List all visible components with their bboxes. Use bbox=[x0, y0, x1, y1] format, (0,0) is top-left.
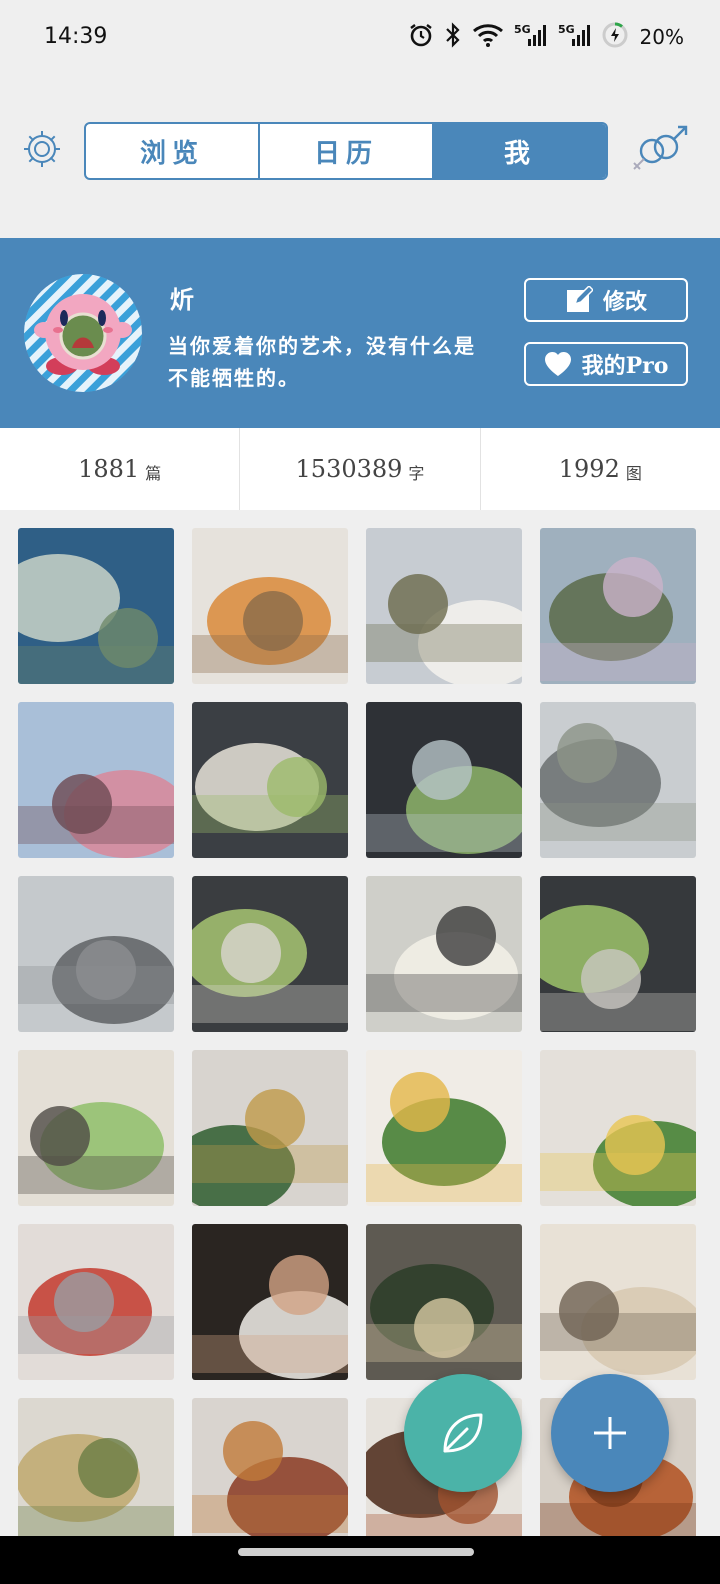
plus-icon bbox=[594, 1417, 626, 1449]
photo-thumbnail-dumplings[interactable] bbox=[540, 1224, 696, 1380]
profile-name: 炘 bbox=[170, 285, 194, 314]
tab-me[interactable]: 我 bbox=[432, 124, 606, 178]
view-switcher: 浏览 日历 我 bbox=[84, 122, 608, 180]
photo-thumbnail-board-game-hex[interactable] bbox=[366, 702, 522, 858]
stat-unit: 篇 bbox=[145, 464, 162, 483]
stat-value: 1530389 bbox=[295, 455, 403, 483]
photo-thumbnail-bus-ticket[interactable] bbox=[192, 1224, 348, 1380]
stat-unit: 图 bbox=[625, 464, 642, 483]
photo-thumbnail-green-pancake[interactable] bbox=[540, 1050, 696, 1206]
photo-thumbnail-green-pizza[interactable] bbox=[366, 1050, 522, 1206]
edit-icon bbox=[566, 286, 593, 312]
bluetooth-icon bbox=[444, 22, 462, 52]
stats-bar: 1881 篇 1530389 字 1992 图 bbox=[0, 428, 720, 510]
photo-thumbnail-event-cards[interactable] bbox=[366, 876, 522, 1032]
leaf-icon bbox=[443, 1413, 483, 1453]
photo-thumbnail-book-cover[interactable] bbox=[18, 528, 174, 684]
stat-posts[interactable]: 1881 篇 bbox=[0, 428, 239, 510]
add-entry-button[interactable] bbox=[551, 1374, 669, 1492]
gear-icon bbox=[24, 131, 60, 167]
my-pro-label: 我的Pro bbox=[581, 353, 669, 379]
photo-thumbnail-street-road[interactable] bbox=[540, 702, 696, 858]
5g-signal-icon: 5G bbox=[558, 22, 592, 52]
my-pro-button[interactable]: 我的Pro bbox=[524, 342, 688, 386]
stat-images[interactable]: 1992 图 bbox=[479, 428, 720, 510]
wifi-icon bbox=[472, 23, 504, 51]
gesture-bar bbox=[0, 1536, 720, 1584]
photo-thumbnail-train-tickets[interactable] bbox=[18, 1224, 174, 1380]
photo-thumbnail-board-game-table[interactable] bbox=[192, 702, 348, 858]
edit-profile-button[interactable]: 修改 bbox=[524, 278, 688, 322]
heart-icon bbox=[544, 352, 571, 376]
5g-signal-icon: 5G bbox=[514, 22, 548, 52]
status-bar: 14:39 5G 5G 20% bbox=[0, 0, 720, 78]
settings-button[interactable] bbox=[22, 129, 62, 169]
stat-words[interactable]: 1530389 字 bbox=[239, 428, 479, 510]
status-icons: 5G 5G 20% bbox=[408, 22, 684, 52]
edit-profile-label: 修改 bbox=[602, 289, 647, 315]
stat-value: 1992 bbox=[558, 455, 620, 483]
home-indicator[interactable] bbox=[238, 1548, 474, 1556]
avatar[interactable] bbox=[24, 274, 142, 392]
stat-value: 1881 bbox=[78, 455, 140, 483]
tab-calendar[interactable]: 日历 bbox=[258, 124, 432, 178]
photo-thumbnail-hotpot-dinner[interactable] bbox=[192, 528, 348, 684]
svg-text:5G: 5G bbox=[558, 23, 575, 36]
gender-icon bbox=[633, 125, 688, 170]
profile-bio: 当你爱着你的艺术，没有什么是不能牺牲的。 bbox=[168, 334, 476, 390]
photo-thumbnail-board-game-figures[interactable] bbox=[192, 876, 348, 1032]
photo-thumbnail-feast-table[interactable] bbox=[192, 1398, 348, 1554]
photo-thumbnail-stir-fry-bowl[interactable] bbox=[366, 1224, 522, 1380]
leaf-button[interactable] bbox=[404, 1374, 522, 1492]
photo-thumbnail-egg-pancakes[interactable] bbox=[192, 1050, 348, 1206]
top-navigation: 浏览 日历 我 bbox=[0, 115, 720, 185]
profile-banner: 炘 当你爱着你的艺术，没有什么是不能牺牲的。 修改 我的Pro bbox=[0, 238, 720, 428]
battery-charging-icon bbox=[602, 22, 628, 52]
svg-text:5G: 5G bbox=[514, 23, 531, 36]
photo-thumbnail-peach-blossoms[interactable] bbox=[18, 702, 174, 858]
status-time: 14:39 bbox=[44, 24, 108, 49]
photo-thumbnail-magnolia-flowers[interactable] bbox=[366, 528, 522, 684]
stat-unit: 字 bbox=[408, 464, 425, 483]
photo-thumbnail-grain-bowls[interactable] bbox=[18, 1398, 174, 1554]
photo-thumbnail-board-game-map[interactable] bbox=[540, 876, 696, 1032]
photo-thumbnail-long-march-game[interactable] bbox=[18, 1050, 174, 1206]
gender-button[interactable] bbox=[628, 125, 692, 175]
tab-browse[interactable]: 浏览 bbox=[86, 124, 258, 178]
photo-thumbnail-lake-hills[interactable] bbox=[540, 528, 696, 684]
battery-percentage: 20% bbox=[639, 25, 684, 49]
photo-thumbnail-highway-gate[interactable] bbox=[18, 876, 174, 1032]
alarm-icon bbox=[408, 22, 434, 52]
